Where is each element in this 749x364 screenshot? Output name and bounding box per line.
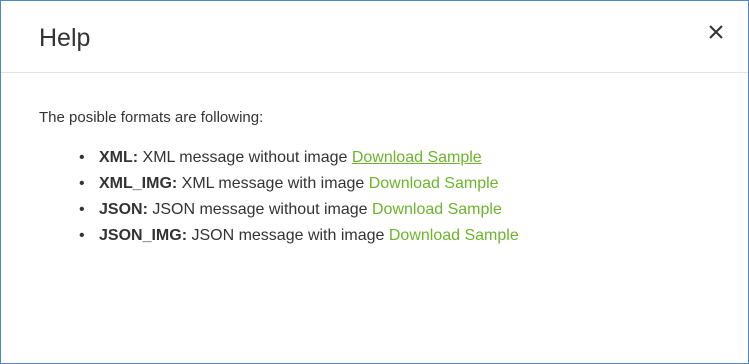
download-sample-link-json-img[interactable]: Download Sample xyxy=(389,227,519,244)
format-list: • XML: XML message without image Downloa… xyxy=(39,145,719,249)
dialog-body: The posible formats are following: • XML… xyxy=(39,107,719,249)
download-sample-link-json[interactable]: Download Sample xyxy=(372,201,502,218)
bullet: • xyxy=(79,149,85,166)
format-item-xml-img: • XML_IMG: XML message with image Downlo… xyxy=(79,171,719,197)
close-icon xyxy=(708,24,724,45)
download-sample-link-xml[interactable]: Download Sample xyxy=(352,149,482,166)
format-item-json-img: • JSON_IMG: JSON message with image Down… xyxy=(79,223,719,249)
format-name: XML: xyxy=(99,149,139,166)
dialog-header: Help xyxy=(1,1,748,73)
download-sample-link-xml-img[interactable]: Download Sample xyxy=(369,175,499,192)
help-dialog: Help The posible formats are following: … xyxy=(0,0,749,364)
close-button[interactable] xyxy=(701,19,731,49)
bullet: • xyxy=(79,227,85,244)
format-description: JSON message with image xyxy=(187,227,389,244)
format-description: XML message without image xyxy=(138,149,352,166)
format-item-xml: • XML: XML message without image Downloa… xyxy=(79,145,719,171)
format-item-json: • JSON: JSON message without image Downl… xyxy=(79,197,719,223)
format-description: XML message with image xyxy=(177,175,369,192)
bullet: • xyxy=(79,175,85,192)
intro-text: The posible formats are following: xyxy=(39,109,264,126)
format-name: JSON: xyxy=(99,201,148,218)
dialog-title: Help xyxy=(39,24,91,52)
bullet: • xyxy=(79,201,85,218)
format-name: XML_IMG: xyxy=(99,175,178,192)
format-description: JSON message without image xyxy=(147,201,372,218)
format-name: JSON_IMG: xyxy=(99,227,188,244)
